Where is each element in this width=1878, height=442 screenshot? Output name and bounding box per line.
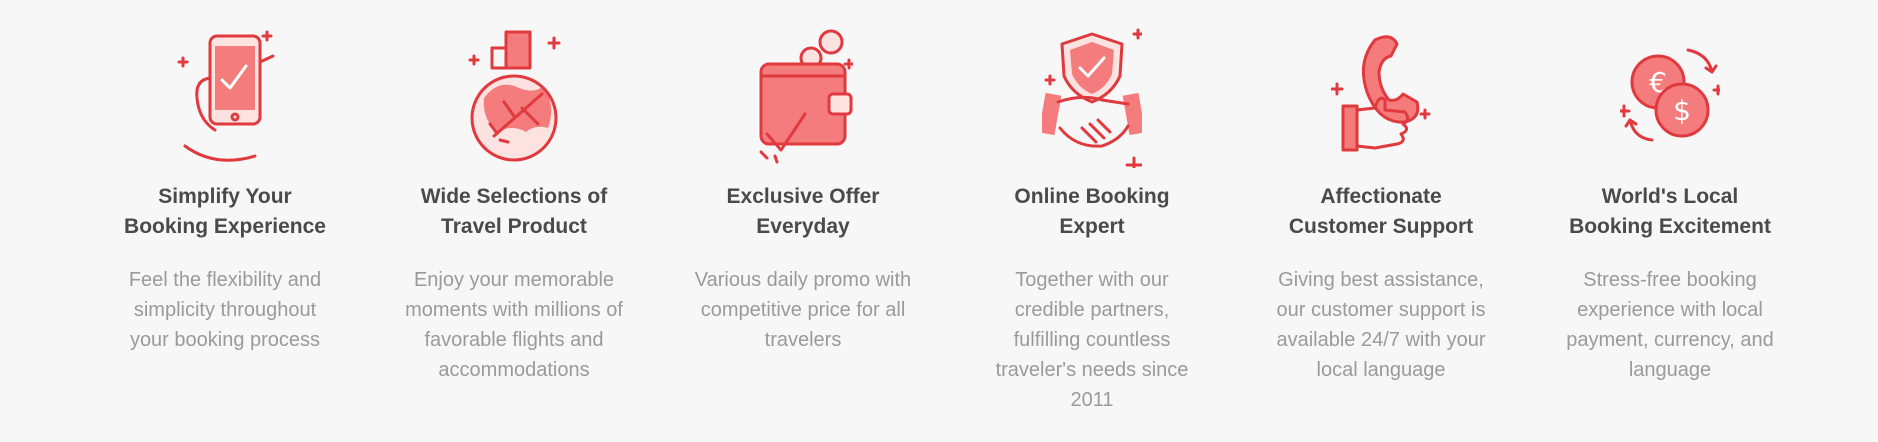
currency-exchange-icon: € $	[1620, 28, 1720, 168]
feature-description: Various daily promo with competitive pri…	[694, 269, 912, 351]
handshake-shield-icon	[1042, 28, 1142, 168]
phone-thumbs-up-icon	[1331, 28, 1431, 168]
feature-title: Exclusive Offer Everyday	[726, 185, 880, 238]
feature-title: Online Booking Expert	[1014, 185, 1170, 238]
feature-description: Giving best assistance, our customer sup…	[1276, 269, 1486, 381]
feature-description: Together with our credible partners, ful…	[995, 269, 1189, 411]
svg-text:$: $	[1673, 94, 1691, 127]
feature-description: Enjoy your memorable moments with millio…	[405, 269, 623, 381]
features-section: Simplify Your Booking Experience Feel th…	[0, 0, 1878, 442]
phone-check-icon	[175, 28, 275, 168]
feature-description: Feel the flexibility and simplicity thro…	[128, 269, 322, 351]
feature-description: Stress-free booking experience with loca…	[1566, 269, 1774, 381]
feature-title: Wide Selections of Travel Product	[420, 185, 608, 238]
wallet-coins-icon	[753, 28, 853, 168]
globe-plane-icon	[464, 28, 564, 168]
feature-title: Affectionate Customer Support	[1288, 185, 1474, 238]
feature-title: Simplify Your Booking Experience	[124, 185, 326, 238]
feature-title: World's Local Booking Excitement	[1569, 185, 1771, 238]
